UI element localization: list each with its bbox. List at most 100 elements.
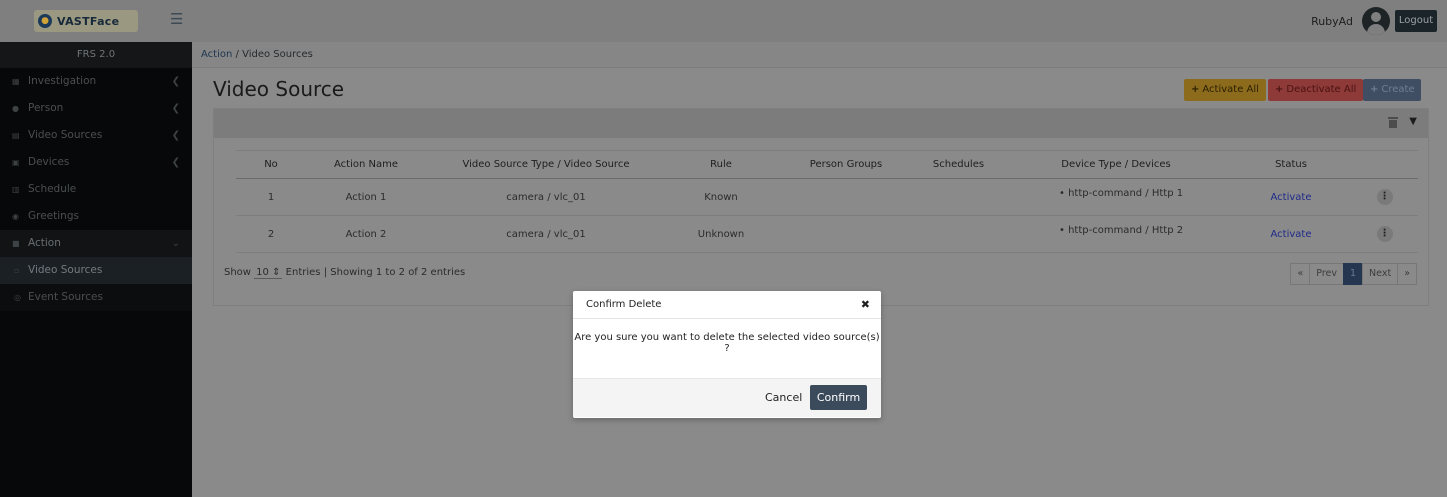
dialog-title: Confirm Delete (586, 299, 662, 310)
sidebar-item-person[interactable]: ● Person ❮ (0, 95, 192, 122)
video-source-table: No Action Name Video Source Type / Video… (236, 150, 1418, 253)
breadcrumb-separator: / (235, 49, 239, 60)
col-devices[interactable]: Device Type / Devices (1001, 150, 1231, 179)
plus-icon: + (1275, 84, 1284, 95)
first-page-button[interactable]: « (1290, 263, 1311, 285)
sidebar-item-investigation[interactable]: ▦ Investigation ❮ (0, 68, 192, 95)
cell-devices: • http-command / Http 2 (1001, 215, 1231, 253)
cell-rule: Unknown (666, 215, 776, 253)
dialog-footer: Cancel Confirm (573, 379, 881, 417)
cell-person-groups (776, 215, 916, 253)
breadcrumb-current: Video Sources (242, 49, 313, 60)
chevron-left-icon: ❮ (171, 103, 180, 114)
logo-text: VASTFace (57, 14, 120, 28)
plus-icon: + (1370, 84, 1379, 95)
sidebar-subitem-event-sources[interactable]: ◎ Event Sources (0, 284, 192, 311)
breadcrumb-parent[interactable]: Action (201, 49, 232, 60)
cell-devices: • http-command / Http 1 (1001, 178, 1231, 216)
cell-person-groups (776, 178, 916, 216)
close-icon[interactable]: ✖ (861, 291, 870, 319)
panel-toolbar: ▼ (214, 109, 1428, 138)
sidebar-item-action[interactable]: ■ Action ⌄ (0, 230, 192, 257)
col-actions (1351, 150, 1418, 179)
entries-info: Show 10 ⇕ Entries | Showing 1 to 2 of 2 … (224, 267, 466, 279)
sidebar-item-devices[interactable]: ▣ Devices ❮ (0, 149, 192, 176)
col-schedules[interactable]: Schedules (916, 150, 1001, 179)
col-person-groups[interactable]: Person Groups (776, 150, 916, 179)
page-title: Video Source (213, 77, 345, 101)
chevron-down-icon[interactable]: ▼ (1409, 116, 1417, 127)
page-1-button[interactable]: 1 (1343, 263, 1364, 285)
video-icon: ▫ (14, 266, 20, 275)
chevron-down-icon: ⌄ (171, 238, 180, 249)
sidebar-item-video-sources[interactable]: ▤ Video Sources ❮ (0, 122, 192, 149)
logo-icon: ● (38, 14, 52, 28)
cell-schedules (916, 215, 1001, 253)
cell-action-name: Action 1 (306, 178, 426, 216)
status-link[interactable]: Activate (1231, 215, 1351, 253)
cell-video-source: camera / vlc_01 (426, 215, 666, 253)
sidebar: FRS 2.0 ▦ Investigation ❮ ● Person ❮ ▤ Vide… (0, 42, 192, 497)
cell-actions: ⋮ (1351, 178, 1418, 216)
deactivate-all-button[interactable]: + Deactivate All (1268, 79, 1364, 101)
activate-all-button[interactable]: + Activate All (1184, 79, 1266, 101)
sort-icon: ⇕ (272, 267, 281, 278)
breadcrumb: Action / Video Sources (192, 42, 1447, 68)
chevron-left-icon: ❮ (171, 76, 180, 87)
dialog-message: Are you sure you want to delete the sele… (573, 319, 881, 379)
cell-no: 2 (236, 215, 306, 253)
col-no[interactable]: No (236, 150, 306, 179)
user-name: RubyAd (1311, 15, 1353, 28)
cell-schedules (916, 178, 1001, 216)
menu-toggle-icon[interactable]: ☰ (170, 12, 183, 27)
more-options-icon[interactable]: ⋮ (1376, 226, 1393, 242)
last-page-button[interactable]: » (1397, 263, 1417, 285)
logout-button[interactable]: Logout (1395, 10, 1437, 32)
avatar-icon[interactable] (1362, 7, 1390, 35)
cell-no: 1 (236, 178, 306, 216)
dialog-header: Confirm Delete ✖ (573, 291, 881, 319)
grid-icon: ▦ (12, 77, 20, 86)
event-icon: ◎ (14, 293, 21, 302)
pagination: « Prev 1 Next » (1290, 263, 1417, 285)
create-button[interactable]: + Create (1363, 79, 1421, 101)
col-status[interactable]: Status (1231, 150, 1351, 179)
plus-icon: + (1191, 84, 1200, 95)
device-icon: ▣ (12, 158, 20, 167)
col-rule[interactable]: Rule (666, 150, 776, 179)
prev-page-button[interactable]: Prev (1309, 263, 1344, 285)
top-bar: ● VASTFace ☰ RubyAd Logout (0, 0, 1447, 42)
confirm-button[interactable]: Confirm (810, 385, 867, 410)
col-action-name[interactable]: Action Name (306, 150, 426, 179)
video-source-panel: ▼ No Action Name Video Source Type / Vid… (213, 108, 1429, 306)
status-link[interactable]: Activate (1231, 178, 1351, 216)
entries-select[interactable]: 10 ⇕ (254, 267, 283, 279)
more-options-icon[interactable]: ⋮ (1376, 189, 1393, 205)
sidebar-item-greetings[interactable]: ◉ Greetings (0, 203, 192, 230)
cell-video-source: camera / vlc_01 (426, 178, 666, 216)
table-row[interactable]: 1 Action 1 camera / vlc_01 Known • http-… (236, 178, 1418, 216)
cancel-button[interactable]: Cancel (765, 391, 802, 404)
sidebar-item-schedule[interactable]: ▥ Schedule (0, 176, 192, 203)
confirm-delete-dialog: Confirm Delete ✖ Are you sure you want t… (573, 291, 881, 418)
trash-icon[interactable] (1388, 117, 1398, 128)
chevron-left-icon: ❮ (171, 157, 180, 168)
cell-rule: Known (666, 178, 776, 216)
action-icon: ■ (12, 239, 20, 248)
logo-area: ● VASTFace (0, 0, 192, 42)
person-icon: ● (12, 104, 19, 113)
table-header-row: No Action Name Video Source Type / Video… (236, 150, 1418, 179)
video-icon: ▤ (12, 131, 20, 140)
entries-summary: Showing 1 to 2 of 2 entries (330, 267, 466, 278)
cell-action-name: Action 2 (306, 215, 426, 253)
next-page-button[interactable]: Next (1362, 263, 1399, 285)
table-row[interactable]: 2 Action 2 camera / vlc_01 Unknown • htt… (236, 215, 1418, 253)
col-video-source[interactable]: Video Source Type / Video Source (426, 150, 666, 179)
comment-icon: ◉ (12, 212, 19, 221)
sidebar-subitem-video-sources[interactable]: ▫ Video Sources (0, 257, 192, 284)
cell-actions: ⋮ (1351, 215, 1418, 253)
logo[interactable]: ● VASTFace (34, 10, 138, 32)
calendar-icon: ▥ (12, 185, 20, 194)
version-label: FRS 2.0 (0, 42, 192, 68)
chevron-left-icon: ❮ (171, 130, 180, 141)
